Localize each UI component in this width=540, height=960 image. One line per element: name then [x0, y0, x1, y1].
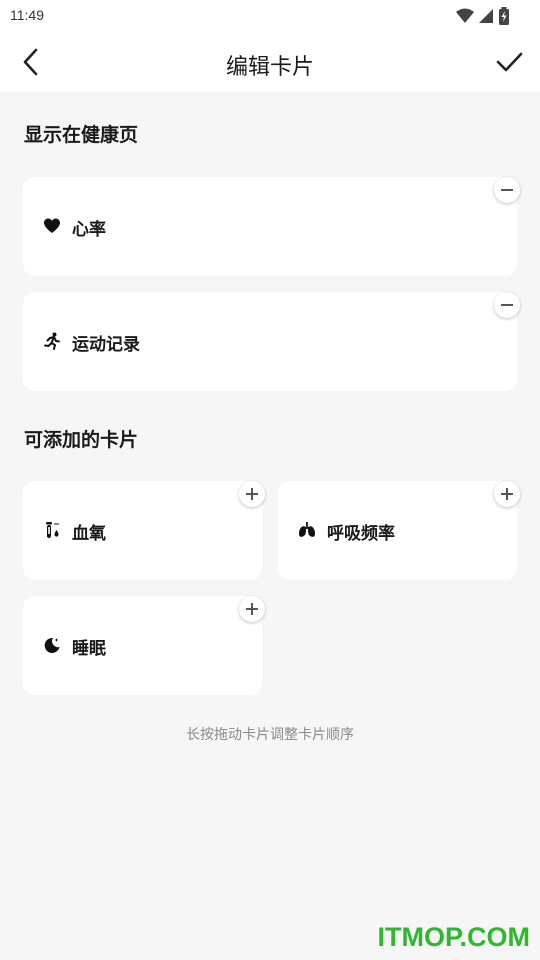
app-header: 编辑卡片 [0, 32, 540, 92]
add-card-button[interactable] [239, 596, 265, 622]
add-card-button[interactable] [494, 481, 520, 507]
card-sleep[interactable]: 睡眠 [23, 596, 265, 695]
minus-icon [501, 189, 513, 191]
status-time: 11:49 [10, 7, 44, 23]
card-label: 血氧 [72, 524, 106, 544]
watermark-logo: ITMOP.COM [377, 922, 530, 952]
card-exercise-record[interactable]: 运动记录 [23, 292, 520, 391]
battery-charging-icon [499, 7, 509, 25]
moon-icon [44, 637, 60, 653]
blood-oxygen-icon [46, 522, 59, 538]
minus-icon [501, 304, 513, 306]
check-icon [496, 52, 523, 72]
page-title: 编辑卡片 [225, 55, 314, 80]
running-icon [44, 332, 60, 350]
card-label: 睡眠 [72, 639, 106, 659]
card-label: 心率 [72, 220, 106, 240]
lungs-icon [298, 522, 316, 537]
remove-card-button[interactable] [494, 292, 520, 318]
section-title-available: 可添加的卡片 [24, 429, 139, 451]
card-blood-oxygen[interactable]: 血氧 [23, 481, 265, 580]
wifi-icon [456, 8, 474, 23]
confirm-button[interactable] [494, 46, 526, 78]
card-label: 呼吸频率 [327, 524, 395, 544]
heart-icon [44, 218, 60, 233]
remove-card-button[interactable] [494, 177, 520, 203]
signal-icon [479, 9, 493, 23]
section-title-shown: 显示在健康页 [24, 124, 139, 146]
card-label: 运动记录 [72, 335, 140, 355]
card-heart-rate[interactable]: 心率 [23, 177, 520, 276]
status-icons [456, 6, 510, 26]
plus-icon [501, 488, 513, 500]
plus-icon [246, 603, 258, 615]
reorder-hint: 长按拖动卡片调整卡片顺序 [186, 727, 354, 743]
card-respiratory-rate[interactable]: 呼吸频率 [278, 481, 520, 580]
add-card-button[interactable] [239, 481, 265, 507]
status-bar: 11:49 [0, 0, 540, 32]
plus-icon [246, 488, 258, 500]
